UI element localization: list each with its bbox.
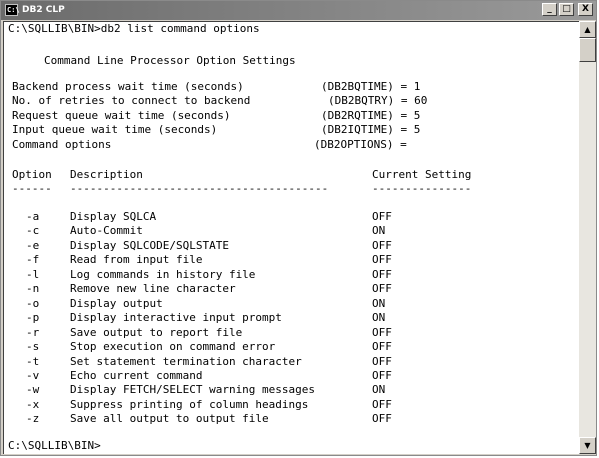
option-flag: -z (26, 412, 40, 426)
column-header-row: Option Description Current Setting (8, 168, 568, 182)
option-row: -p Display interactive input prompt ON (8, 311, 568, 325)
setting-label: Input queue wait time (seconds) (12, 123, 218, 136)
divider-current-setting: --------------- (372, 182, 472, 195)
option-flag: -f (26, 253, 40, 267)
console-app-icon[interactable]: C:\ (5, 4, 20, 16)
minimize-button[interactable]: _ (542, 3, 557, 16)
column-header-current-setting: Current Setting (372, 168, 472, 181)
option-row: -r Save output to report file OFF (8, 326, 568, 340)
option-row: -v Echo current command OFF (8, 369, 568, 383)
setting-row: Input queue wait time (seconds) (DB2IQTIM… (8, 123, 568, 137)
command-prompt[interactable]: C:\SQLLIB\BIN> (8, 439, 101, 453)
option-row: -e Display SQLCODE/SQLSTATE OFF (8, 239, 568, 253)
options-heading: Command Line Processor Option Settings (44, 54, 296, 67)
option-current-setting: OFF (372, 368, 392, 382)
option-row: -c Auto-Commit ON (8, 224, 568, 238)
option-description: Log commands in history file (70, 267, 256, 281)
maximize-button[interactable]: □ (559, 3, 574, 16)
option-description: Display SQLCA (70, 210, 157, 223)
setting-row: Request queue wait time (seconds) (DB2RQT… (8, 109, 568, 123)
option-description: Save output to report file (70, 325, 243, 339)
option-flag: -v (26, 368, 40, 382)
scroll-down-arrow-icon[interactable]: ▼ (579, 437, 596, 454)
scroll-thumb[interactable] (579, 38, 596, 62)
option-row: -n Remove new line character OFF (8, 282, 568, 296)
option-flag: -x (26, 397, 40, 411)
divider-option: ------ (12, 182, 52, 195)
option-flag: -o (26, 296, 40, 310)
option-flag: -e (26, 238, 40, 252)
setting-label: Backend process wait time (seconds) (12, 80, 244, 93)
option-current-setting: OFF (372, 340, 392, 354)
option-description: Display output (70, 296, 163, 310)
option-current-setting: OFF (372, 325, 392, 339)
console-window: C:\ DB2 CLP _ □ X C:\SQLLIB\BIN>db2 list… (0, 0, 597, 456)
setting-value: (DB2BQTRY) = 60 (328, 94, 428, 107)
option-row: -t Set statement termination character OFF (8, 355, 568, 369)
option-description: Suppress printing of column headings (70, 397, 309, 411)
setting-row: Command options (DB2OPTIONS) = (8, 138, 568, 152)
divider-description: --------------------------------------- (70, 182, 329, 195)
option-description: Read from input file (70, 253, 203, 267)
setting-row: No. of retries to connect to backend (DB2… (8, 94, 568, 108)
option-flag: -a (26, 210, 40, 223)
option-description: Display FETCH/SELECT warning messages (70, 383, 316, 397)
option-current-setting: OFF (372, 412, 392, 426)
setting-value: (DB2BQTIME) = 1 (321, 80, 421, 93)
close-button[interactable]: X (578, 3, 593, 16)
option-description: Display SQLCODE/SQLSTATE (70, 238, 229, 252)
option-description: Save all output to output file (70, 412, 269, 426)
option-current-setting: OFF (372, 238, 392, 252)
command-line: C:\SQLLIB\BIN>db2 list command options (8, 22, 260, 35)
option-row: -x Suppress printing of column headings OF… (8, 398, 568, 412)
scroll-up-arrow-icon[interactable]: ▲ (579, 21, 596, 38)
setting-value: (DB2IQTIME) = 5 (321, 123, 421, 136)
option-description: Echo current command (70, 368, 203, 382)
option-flag: -c (26, 224, 40, 238)
option-current-setting: ON (372, 383, 386, 397)
column-header-description: Description (70, 168, 143, 181)
setting-label: Command options (12, 138, 112, 151)
option-current-setting: ON (372, 311, 386, 325)
window-title: DB2 CLP (22, 5, 65, 15)
setting-label: No. of retries to connect to backend (12, 94, 251, 107)
option-description: Display interactive input prompt (70, 311, 282, 325)
option-description: Stop execution on command error (70, 340, 276, 354)
option-flag: -s (26, 340, 40, 354)
option-row: -s Stop execution on command error OFF (8, 340, 568, 354)
option-current-setting: ON (372, 296, 386, 310)
option-description: Remove new line character (70, 282, 236, 296)
option-flag: -w (26, 383, 40, 397)
column-header-option: Option (12, 168, 52, 181)
option-row: -l Log commands in history file OFF (8, 268, 568, 282)
option-description: Set statement termination character (70, 354, 302, 368)
setting-value: (DB2RQTIME) = 5 (321, 109, 421, 122)
option-flag: -t (26, 354, 40, 368)
option-flag: -r (26, 325, 40, 339)
option-flag: -p (26, 311, 40, 325)
option-row: -z Save all output to output file OFF (8, 412, 568, 426)
setting-row: Backend process wait time (seconds) (DB2B… (8, 80, 568, 94)
option-flag: -l (26, 267, 40, 281)
option-row: -w Display FETCH/SELECT warning messages O… (8, 383, 568, 397)
option-description: Auto-Commit (70, 224, 143, 238)
option-current-setting: OFF (372, 282, 392, 296)
option-current-setting: OFF (372, 397, 392, 411)
setting-label: Request queue wait time (seconds) (12, 109, 231, 122)
window-controls: _ □ X (542, 3, 593, 16)
option-row: -f Read from input file OFF (8, 253, 568, 267)
console-output[interactable]: C:\SQLLIB\BIN>db2 list command options C… (3, 21, 579, 454)
option-current-setting: ON (372, 224, 386, 238)
option-current-setting: OFF (372, 253, 392, 267)
setting-value: (DB2OPTIONS) = (314, 138, 407, 151)
option-current-setting: OFF (372, 354, 392, 368)
option-row: -o Display output ON (8, 297, 568, 311)
option-flag: -n (26, 282, 40, 296)
title-bar[interactable]: C:\ DB2 CLP _ □ X (1, 1, 596, 20)
option-row: -a Display SQLCA OFF (8, 210, 568, 224)
option-current-setting: OFF (372, 267, 392, 281)
column-divider-row: ------ ---------------------------------… (8, 182, 568, 196)
option-current-setting: OFF (372, 210, 392, 223)
vertical-scrollbar[interactable]: ▲ ▼ (579, 21, 596, 454)
